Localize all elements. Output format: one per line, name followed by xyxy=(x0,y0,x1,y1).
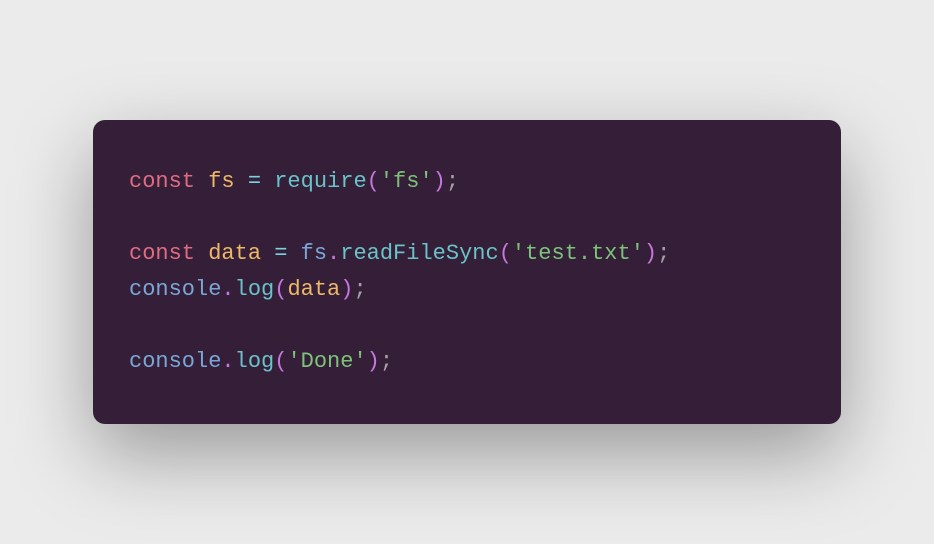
dot: . xyxy=(221,349,234,374)
code-line-4: console.log(data); xyxy=(129,272,805,308)
string-done: 'Done' xyxy=(287,349,366,374)
object-console: console xyxy=(129,277,221,302)
semicolon: ; xyxy=(446,169,459,194)
keyword-const: const xyxy=(129,169,195,194)
variable-data: data xyxy=(208,241,261,266)
semicolon: ; xyxy=(657,241,670,266)
dot: . xyxy=(327,241,340,266)
code-line-5 xyxy=(129,308,805,344)
paren-close: ) xyxy=(367,349,380,374)
method-readfilesync: readFileSync xyxy=(340,241,498,266)
code-line-2 xyxy=(129,200,805,236)
object-fs: fs xyxy=(301,241,327,266)
paren-open: ( xyxy=(499,241,512,266)
operator-equals: = xyxy=(274,241,287,266)
paren-open: ( xyxy=(274,349,287,374)
method-log: log xyxy=(235,277,275,302)
object-console: console xyxy=(129,349,221,374)
operator-equals: = xyxy=(248,169,261,194)
dot: . xyxy=(221,277,234,302)
code-line-3: const data = fs.readFileSync('test.txt')… xyxy=(129,236,805,272)
code-line-6: console.log('Done'); xyxy=(129,344,805,380)
function-require: require xyxy=(274,169,366,194)
method-log: log xyxy=(235,349,275,374)
paren-close: ) xyxy=(340,277,353,302)
variable-fs: fs xyxy=(208,169,234,194)
paren-close: ) xyxy=(433,169,446,194)
paren-open: ( xyxy=(274,277,287,302)
code-snippet: const fs = require('fs'); const data = f… xyxy=(93,120,841,424)
argument-data: data xyxy=(287,277,340,302)
keyword-const: const xyxy=(129,241,195,266)
semicolon: ; xyxy=(380,349,393,374)
code-line-1: const fs = require('fs'); xyxy=(129,164,805,200)
semicolon: ; xyxy=(353,277,366,302)
paren-close: ) xyxy=(644,241,657,266)
string-fs: 'fs' xyxy=(380,169,433,194)
paren-open: ( xyxy=(367,169,380,194)
string-testtxt: 'test.txt' xyxy=(512,241,644,266)
